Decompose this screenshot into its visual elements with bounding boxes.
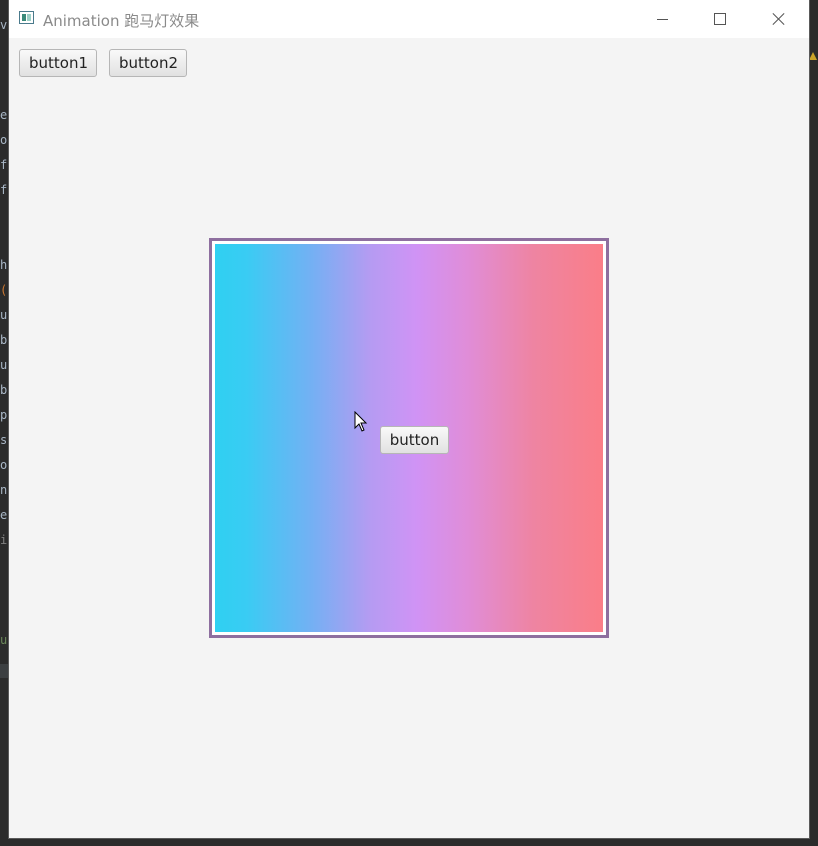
close-icon [771, 12, 785, 26]
minimize-icon [656, 18, 668, 20]
minimize-button[interactable] [633, 0, 691, 38]
animation-window: Animation 跑马灯效果 button1 button2 button [9, 0, 809, 838]
title-bar[interactable]: Animation 跑马灯效果 [9, 0, 809, 38]
ide-char: o [0, 458, 8, 472]
ide-char: v [0, 18, 8, 32]
ide-char: p [0, 408, 8, 422]
button2[interactable]: button2 [109, 49, 187, 77]
ide-char: b [0, 383, 8, 397]
gradient-panel: button [215, 244, 603, 632]
ide-char: u [0, 633, 8, 647]
ide-char: h [0, 258, 8, 272]
center-button[interactable]: button [380, 426, 449, 454]
ide-char: e [0, 508, 8, 522]
background-ide-gutter [809, 0, 818, 846]
warning-icon [809, 52, 817, 60]
window-title: Animation 跑马灯效果 [43, 12, 200, 30]
marquee-stage: button [209, 238, 609, 638]
app-window-icon [19, 11, 34, 24]
ide-char: f [0, 158, 8, 172]
ide-char: ( [0, 283, 8, 297]
ide-char: f [0, 183, 8, 197]
ide-char: o [0, 133, 8, 147]
button1[interactable]: button1 [19, 49, 97, 77]
maximize-button[interactable] [691, 0, 749, 38]
ide-char: n [0, 483, 8, 497]
close-button[interactable] [749, 0, 807, 38]
maximize-icon [714, 13, 726, 25]
ide-char: i [0, 533, 8, 547]
ide-char: u [0, 308, 8, 322]
ide-char: u [0, 358, 8, 372]
ide-char: s [0, 433, 8, 447]
ide-char: b [0, 333, 8, 347]
ide-char: e [0, 108, 8, 122]
